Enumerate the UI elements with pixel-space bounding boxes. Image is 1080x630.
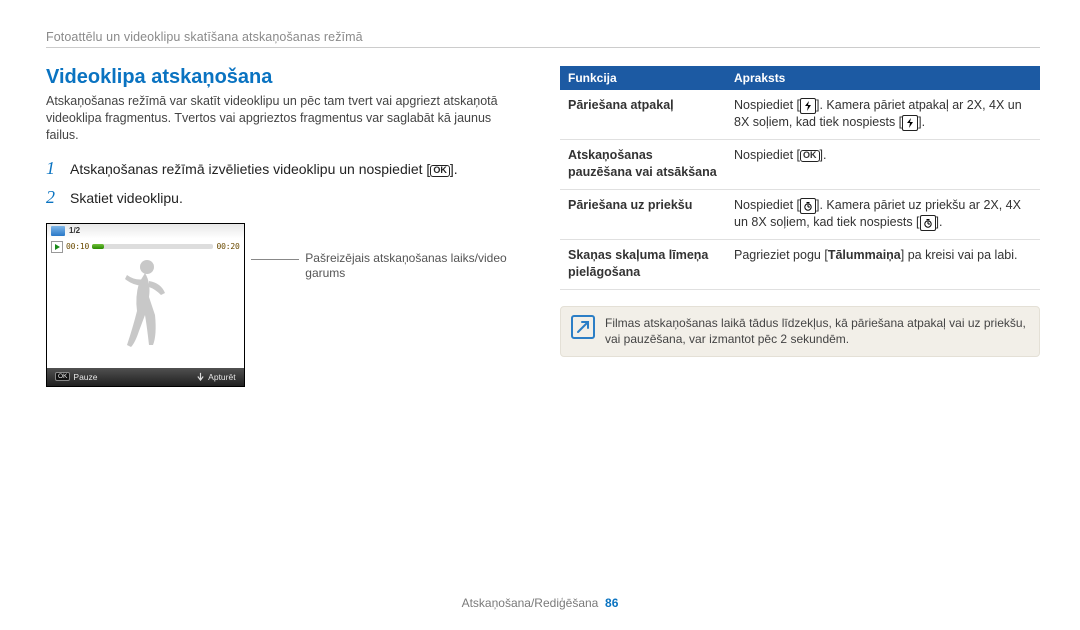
step-number: 2 (46, 187, 60, 208)
pause-label: Pauze (73, 372, 97, 382)
function-table: Funkcija Apraksts Pāriešana atpakaļ Nosp… (560, 66, 1040, 290)
page-number: 86 (605, 596, 618, 610)
step-text-pre: Atskaņošanas režīmā izvēlieties videokli… (70, 161, 430, 177)
flash-icon (902, 115, 918, 131)
section-title: Videoklipa atskaņošana (46, 66, 526, 89)
intro-text: Atskaņošanas režīmā var skatīt videoklip… (46, 93, 526, 144)
description-cell: Nospiediet [OK]. (726, 140, 1040, 190)
description-cell: Nospiediet []. Kamera pāriet atpakaļ ar … (726, 90, 1040, 140)
progress-bar (92, 244, 213, 249)
pause-hint: OK Pauze (55, 372, 98, 382)
annotation-leader (251, 259, 300, 260)
page-footer: Atskaņošana/Rediģēšana 86 (0, 596, 1080, 610)
step-text: Atskaņošanas režīmā izvēlieties videokli… (70, 160, 458, 180)
stop-label: Apturēt (208, 372, 235, 382)
timer-icon (800, 198, 816, 214)
table-header-function: Funkcija (560, 66, 726, 90)
step-1: 1 Atskaņošanas režīmā izvēlieties videok… (46, 158, 526, 180)
table-row: Pāriešana uz priekšu Nospiediet []. Kame… (560, 189, 1040, 239)
timer-icon (920, 215, 936, 231)
video-preview: 1/2 00:10 00:20 (46, 223, 245, 387)
table-row: Skaņas skaļuma līmeņa pielāgošana Pagrie… (560, 239, 1040, 289)
step-text-post: ]. (450, 161, 458, 177)
media-counter: 1/2 (69, 226, 80, 235)
ok-key-icon: OK (55, 372, 70, 381)
flash-icon (800, 98, 816, 114)
ok-icon: OK (800, 150, 820, 162)
play-icon (51, 241, 63, 253)
skater-silhouette (105, 253, 185, 353)
footer-section: Atskaņošana/Rediģēšana (462, 596, 599, 610)
time-total: 00:20 (216, 242, 239, 251)
table-row: Pāriešana atpakaļ Nospiediet []. Kamera … (560, 90, 1040, 140)
function-cell: Skaņas skaļuma līmeņa pielāgošana (560, 239, 726, 289)
info-icon (571, 315, 595, 339)
down-icon (196, 372, 205, 381)
separator (46, 47, 1040, 48)
info-text: Filmas atskaņošanas laikā tādus līdzekļu… (605, 315, 1029, 349)
stop-hint: Apturēt (196, 372, 235, 382)
table-header-description: Apraksts (726, 66, 1040, 90)
annotation-text: Pašreizējais atskaņošanas laiks/video ga… (305, 251, 526, 282)
info-note: Filmas atskaņošanas laikā tādus līdzekļu… (560, 306, 1040, 358)
description-cell: Nospiediet []. Kamera pāriet uz priekšu … (726, 189, 1040, 239)
picture-icon (51, 226, 65, 236)
function-cell: Pāriešana atpakaļ (560, 90, 726, 140)
step-text: Skatiet videoklipu. (70, 189, 183, 209)
function-cell: Atskaņošanas pauzēšana vai atsākšana (560, 140, 726, 190)
zoom-button-name: Tālummaiņa (828, 248, 901, 262)
step-number: 1 (46, 158, 60, 179)
breadcrumb: Fotoattēlu un videoklipu skatīšana atska… (46, 30, 1040, 44)
time-current: 00:10 (66, 242, 89, 251)
description-cell: Pagrieziet pogu [Tālummaiņa] pa kreisi v… (726, 239, 1040, 289)
step-2: 2 Skatiet videoklipu. (46, 187, 526, 209)
table-row: Atskaņošanas pauzēšana vai atsākšana Nos… (560, 140, 1040, 190)
function-cell: Pāriešana uz priekšu (560, 189, 726, 239)
ok-icon: OK (430, 165, 450, 177)
